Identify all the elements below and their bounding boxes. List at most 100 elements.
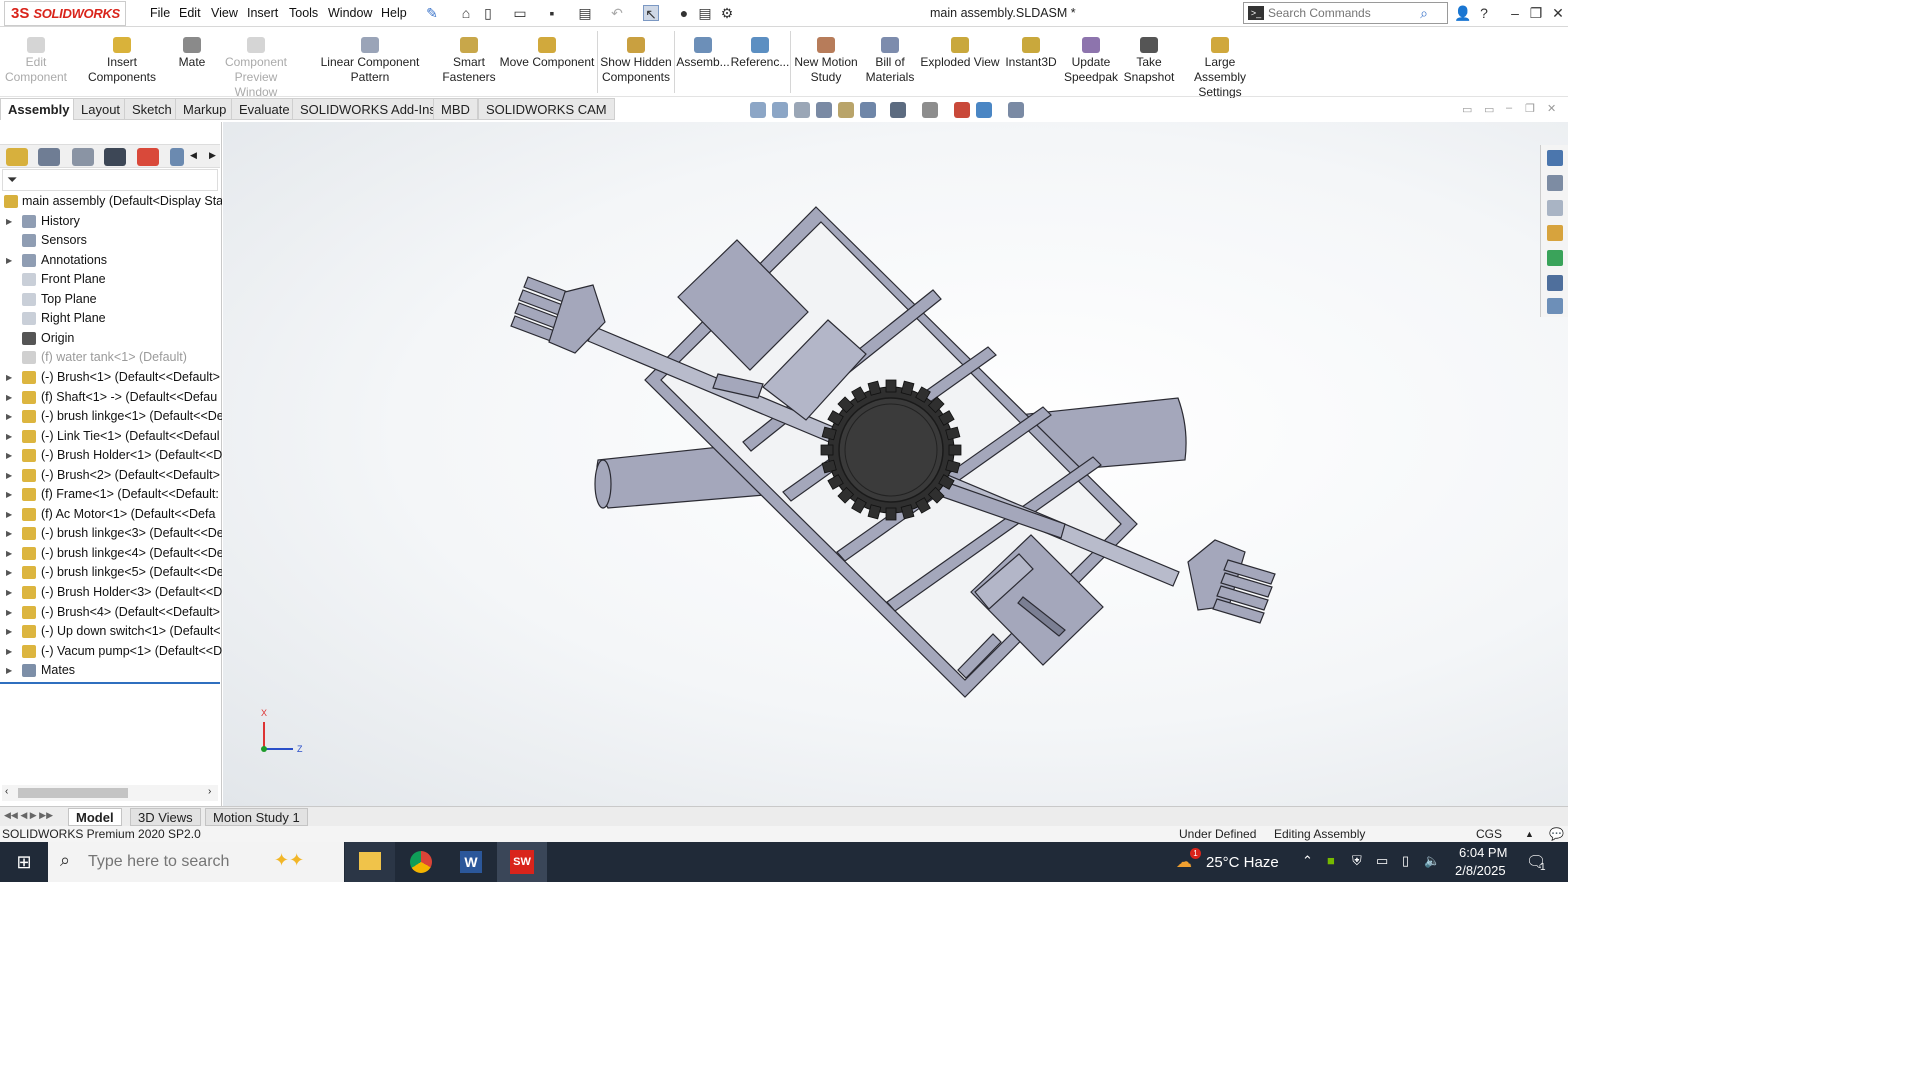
- reference-geometry-button[interactable]: Referenc...: [730, 27, 790, 97]
- configurationmanager-tab-icon[interactable]: [72, 148, 94, 166]
- security-icon[interactable]: ⛨: [1352, 853, 1362, 869]
- clock-date[interactable]: 2/8/2025: [1455, 863, 1506, 878]
- show-hidden-button[interactable]: Show Hidden Components: [598, 27, 674, 97]
- forum-icon[interactable]: [1547, 298, 1563, 314]
- options-icon[interactable]: ⚙: [719, 5, 735, 21]
- move-component-button[interactable]: Move Component: [498, 27, 596, 97]
- expand-arrow-icon[interactable]: ▶: [6, 583, 12, 602]
- nvidia-icon[interactable]: ■: [1327, 853, 1335, 868]
- tab-motion-study[interactable]: Motion Study 1: [205, 808, 308, 826]
- tree-item[interactable]: ▶ (-) Link Tie<1> (Default<<Defaul: [0, 427, 222, 446]
- view-palette-icon[interactable]: [1547, 225, 1563, 241]
- scroll-thumb[interactable]: [18, 788, 128, 798]
- tree-item[interactable]: ▶ History: [0, 212, 222, 231]
- expand-arrow-icon[interactable]: ▶: [6, 642, 12, 661]
- undo-icon[interactable]: ↶: [609, 5, 625, 21]
- tree-item[interactable]: ▶ (-) Vacum pump<1> (Default<<D: [0, 642, 222, 661]
- search-input[interactable]: [1268, 5, 1418, 21]
- word-app-icon[interactable]: W: [446, 842, 496, 882]
- expand-arrow-icon[interactable]: ▶: [6, 661, 12, 680]
- edit-component-button[interactable]: Edit Component: [0, 27, 72, 97]
- help-icon[interactable]: ?: [1476, 5, 1492, 21]
- pin-icon[interactable]: ✎: [424, 5, 440, 21]
- restore-icon[interactable]: ❐: [1528, 5, 1544, 21]
- tree-item[interactable]: Front Plane: [0, 270, 222, 289]
- tree-item[interactable]: ▶ (-) Brush Holder<1> (Default<<D: [0, 446, 222, 465]
- tab-assembly[interactable]: Assembly: [0, 98, 78, 120]
- tile-left-icon[interactable]: ▭: [1462, 103, 1472, 116]
- tab-sketch[interactable]: Sketch: [124, 98, 180, 120]
- view-orientation-icon[interactable]: [860, 102, 876, 118]
- tab-evaluate[interactable]: Evaluate: [231, 98, 298, 120]
- menu-edit[interactable]: Edit: [179, 6, 201, 20]
- viewport-restore-icon[interactable]: ❐: [1525, 102, 1535, 115]
- tree-item[interactable]: ▶ (f) Frame<1> (Default<<Default:: [0, 485, 222, 504]
- cam-tab-icon[interactable]: [170, 148, 184, 166]
- previous-view-icon[interactable]: [794, 102, 810, 118]
- tree-item[interactable]: ▶ (-) Brush<2> (Default<<Default>: [0, 466, 222, 485]
- rebuild-icon[interactable]: ●: [676, 5, 692, 21]
- menu-tools[interactable]: Tools: [289, 6, 318, 20]
- menu-file[interactable]: File: [150, 6, 170, 20]
- tab-cam[interactable]: SOLIDWORKS CAM: [478, 98, 615, 120]
- expand-arrow-icon[interactable]: ▶: [6, 251, 12, 270]
- scroll-left-icon[interactable]: ◀: [190, 150, 197, 161]
- tab-nav-icon[interactable]: ◀◀ ◀ ▶ ▶▶: [4, 810, 53, 821]
- show-hidden-icons[interactable]: ⌃: [1302, 853, 1313, 869]
- expand-arrow-icon[interactable]: ▶: [6, 505, 12, 524]
- tab-mbd[interactable]: MBD: [433, 98, 478, 120]
- assembly-features-button[interactable]: Assemb...: [676, 27, 730, 97]
- print-icon[interactable]: ▤: [577, 5, 593, 21]
- tree-item[interactable]: Top Plane: [0, 290, 222, 309]
- expand-arrow-icon[interactable]: ▶: [6, 603, 12, 622]
- dimxpert-tab-icon[interactable]: [104, 148, 126, 166]
- tree-item[interactable]: ▶ (-) Brush<1> (Default<<Default>: [0, 368, 222, 387]
- tree-item[interactable]: (f) water tank<1> (Default): [0, 348, 222, 367]
- tooltip-icon[interactable]: 💬: [1549, 826, 1564, 842]
- volume-icon[interactable]: 🔈: [1424, 853, 1440, 869]
- custom-properties-icon[interactable]: [1547, 275, 1563, 291]
- expand-arrow-icon[interactable]: ▶: [6, 446, 12, 465]
- select-icon[interactable]: ↖: [643, 5, 659, 22]
- file-explorer-app-icon[interactable]: [345, 842, 395, 882]
- tree-item[interactable]: ▶ (-) brush linkge<3> (Default<<De: [0, 524, 222, 543]
- save-icon[interactable]: ▪: [544, 5, 560, 21]
- tree-item[interactable]: ▶ (-) brush linkge<1> (Default<<De: [0, 407, 222, 426]
- weather-text[interactable]: 25°C Haze: [1206, 854, 1279, 871]
- viewport-minimize-icon[interactable]: –: [1506, 102, 1512, 114]
- section-view-icon[interactable]: [816, 102, 832, 118]
- solidworks-app-icon[interactable]: SW: [497, 842, 547, 882]
- scroll-left-arrow-icon[interactable]: ‹: [5, 786, 8, 797]
- tree-item[interactable]: ▶ (f) Shaft<1> -> (Default<<Defau: [0, 388, 222, 407]
- tab-addins[interactable]: SOLIDWORKS Add-Ins: [292, 98, 444, 120]
- assembly-model[interactable]: X Z: [223, 122, 1568, 806]
- tree-item[interactable]: ▶ Mates: [0, 661, 222, 680]
- expand-arrow-icon[interactable]: ▶: [6, 544, 12, 563]
- tab-layout[interactable]: Layout: [73, 98, 129, 120]
- edit-appearance-icon[interactable]: [954, 102, 970, 118]
- display-style-icon[interactable]: [890, 102, 906, 118]
- tree-root[interactable]: main assembly (Default<Display Sta: [0, 192, 222, 211]
- tree-filter[interactable]: ⏷: [2, 169, 218, 191]
- viewport-close-icon[interactable]: ✕: [1547, 102, 1556, 115]
- tab-markup[interactable]: Markup: [175, 98, 235, 120]
- scroll-right-icon[interactable]: ▶: [209, 150, 216, 161]
- file-explorer-icon[interactable]: [1547, 200, 1563, 216]
- solidworks-logo[interactable]: 3S SOLIDWORKS: [4, 1, 126, 26]
- instant3d-button[interactable]: Instant3D: [1002, 27, 1060, 97]
- propertymanager-tab-icon[interactable]: [38, 148, 60, 166]
- insert-components-button[interactable]: Insert Components: [72, 27, 172, 97]
- tile-right-icon[interactable]: ▭: [1484, 103, 1494, 116]
- filter-icon[interactable]: ⏷: [7, 172, 17, 188]
- home-icon[interactable]: ⌂: [458, 5, 474, 21]
- horizontal-scrollbar[interactable]: ‹ ›: [2, 785, 218, 801]
- new-document-icon[interactable]: ▯: [480, 5, 496, 21]
- linear-pattern-button[interactable]: Linear Component Pattern: [300, 27, 440, 97]
- scroll-right-arrow-icon[interactable]: ›: [208, 786, 211, 797]
- design-library-icon[interactable]: [1547, 175, 1563, 191]
- expand-arrow-icon[interactable]: ▶: [6, 407, 12, 426]
- update-speedpak-button[interactable]: Update Speedpak: [1062, 27, 1120, 97]
- tree-item[interactable]: ▶ (-) brush linkge<4> (Default<<De: [0, 544, 222, 563]
- graphics-area[interactable]: X Z: [223, 122, 1568, 806]
- tab-model[interactable]: Model: [68, 808, 122, 826]
